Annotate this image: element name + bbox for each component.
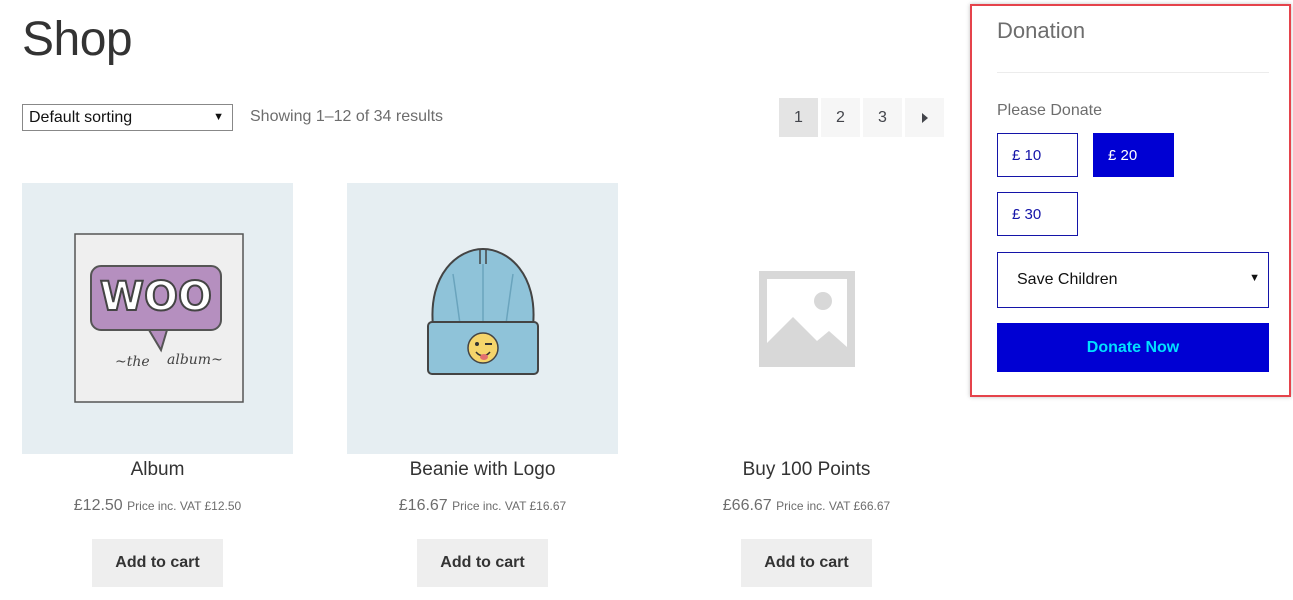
result-count: Showing 1–12 of 34 results [250,108,444,125]
donation-amount-30[interactable]: £ 30 [997,192,1078,236]
product-card-beanie: Beanie with Logo £16.67 Price inc. VAT £… [347,183,618,587]
product-name[interactable]: Beanie with Logo [347,457,618,483]
cause-select[interactable]: Save Children ▼ [997,252,1269,308]
product-image-points[interactable] [671,183,942,454]
price-vat-suffix: Price inc. VAT £12.50 [127,499,242,513]
product-price: £66.67 Price inc. VAT £66.67 [671,496,942,516]
add-to-cart-button[interactable]: Add to cart [417,539,548,587]
price-amount: £66.67 [722,497,772,514]
svg-text:WOO: WOO [99,274,211,320]
price-vat-suffix: Price inc. VAT £16.67 [452,499,567,513]
cause-select-value: Save Children [1017,271,1118,288]
product-price: £12.50 Price inc. VAT £12.50 [22,496,293,516]
product-image-beanie[interactable] [347,183,618,454]
product-card-points: Buy 100 Points £66.67 Price inc. VAT £66… [671,183,942,587]
placeholder-image-icon [758,270,855,367]
woo-album-art: WOO ~the album~ [73,232,244,403]
page-1-button[interactable]: 1 [779,98,818,137]
page-title: Shop [22,13,133,66]
add-to-cart-button[interactable]: Add to cart [741,539,872,587]
price-vat-suffix: Price inc. VAT £66.67 [776,499,891,513]
sort-select[interactable]: Default sorting ▼ [22,104,233,131]
page-3-button[interactable]: 3 [863,98,902,137]
donation-title: Donation [997,18,1086,43]
pagination: 1 2 3 [779,98,944,137]
add-to-cart-button[interactable]: Add to cart [92,539,223,587]
price-amount: £16.67 [398,497,448,514]
donation-amount-20[interactable]: £ 20 [1093,133,1174,177]
donation-widget: Donation Please Donate £ 10 £ 20 £ 30 Sa… [970,4,1291,397]
caret-down-icon: ▼ [1249,272,1260,284]
price-amount: £12.50 [73,497,123,514]
svg-text:album~: album~ [167,352,223,368]
product-name[interactable]: Album [22,457,293,483]
donate-now-button[interactable]: Donate Now [997,323,1269,372]
triangle-right-icon [921,112,928,123]
beanie-art [426,247,539,375]
product-name[interactable]: Buy 100 Points [671,457,942,483]
svg-text:~the: ~the [115,354,150,370]
page-2-button[interactable]: 2 [821,98,860,137]
sort-select-value: Default sorting [29,108,133,126]
product-card-album: WOO ~the album~ Album £12.50 Price inc. … [22,183,293,587]
donation-label: Please Donate [997,102,1102,119]
donation-amount-10[interactable]: £ 10 [997,133,1078,177]
next-page-button[interactable] [905,98,944,137]
caret-down-icon: ▼ [213,111,224,123]
product-image-album[interactable]: WOO ~the album~ [22,183,293,454]
product-price: £16.67 Price inc. VAT £16.67 [347,496,618,516]
divider [997,72,1269,73]
